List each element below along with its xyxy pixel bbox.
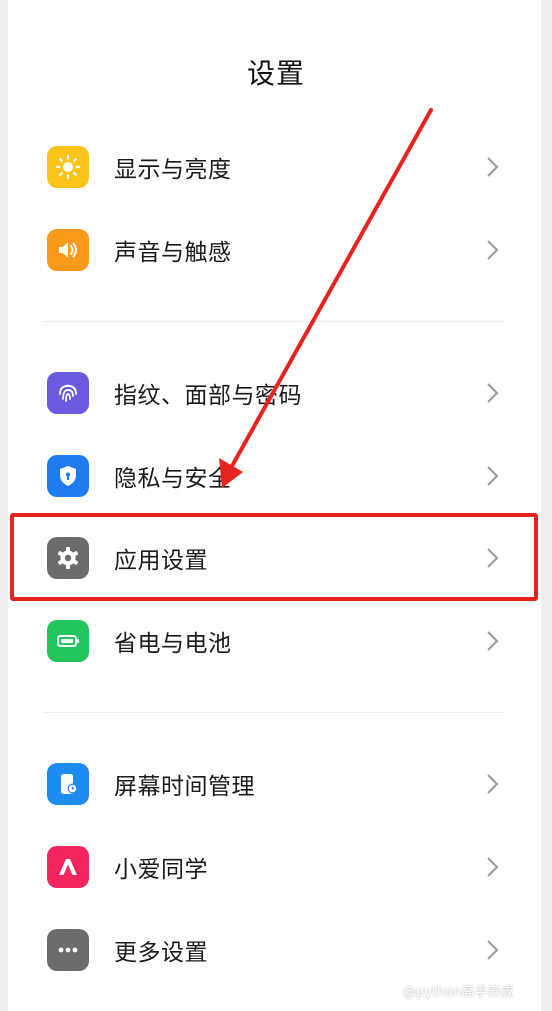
chevron-right-icon <box>487 940 499 960</box>
settings-item-fingerprint[interactable]: 指纹、面部与密码 <box>8 352 541 434</box>
xiaoai-icon <box>47 846 89 888</box>
page-title: 设置 <box>246 57 305 90</box>
settings-item-sound[interactable]: 声音与触感 <box>8 209 541 291</box>
speaker-icon <box>47 229 89 271</box>
settings-item-screen-time[interactable]: 屏幕时间管理 <box>8 743 541 825</box>
settings-item-more[interactable]: 更多设置 <box>8 909 541 991</box>
settings-item-label: 更多设置 <box>114 940 208 966</box>
section-divider <box>43 321 504 322</box>
chevron-right-icon <box>487 774 499 794</box>
settings-item-label: 声音与触感 <box>114 240 232 266</box>
chevron-right-icon <box>487 857 499 877</box>
chevron-right-icon <box>487 240 499 260</box>
settings-item-privacy[interactable]: 隐私与安全 <box>8 435 541 517</box>
settings-item-label: 隐私与安全 <box>114 466 232 492</box>
highlight-box <box>10 513 538 601</box>
fingerprint-icon <box>47 372 89 414</box>
chevron-right-icon <box>487 631 499 651</box>
screen-time-icon <box>47 763 89 805</box>
settings-item-label: 指纹、面部与密码 <box>114 383 302 409</box>
settings-item-label: 显示与亮度 <box>114 157 232 183</box>
shield-icon <box>47 455 89 497</box>
sun-icon <box>47 146 89 188</box>
battery-icon <box>47 620 89 662</box>
settings-item-label: 小爱同学 <box>114 857 208 883</box>
settings-item-label: 省电与电池 <box>114 631 232 657</box>
settings-item-label: 屏幕时间管理 <box>114 774 255 800</box>
section-divider <box>43 712 504 713</box>
more-icon <box>47 929 89 971</box>
chevron-right-icon <box>487 157 499 177</box>
chevron-right-icon <box>487 383 499 403</box>
settings-item-xiaoai[interactable]: 小爱同学 <box>8 826 541 908</box>
watermark: @python高手养成 <box>403 985 514 1000</box>
chevron-right-icon <box>487 466 499 486</box>
settings-item-display[interactable]: 显示与亮度 <box>8 126 541 208</box>
settings-item-battery[interactable]: 省电与电池 <box>8 600 541 682</box>
